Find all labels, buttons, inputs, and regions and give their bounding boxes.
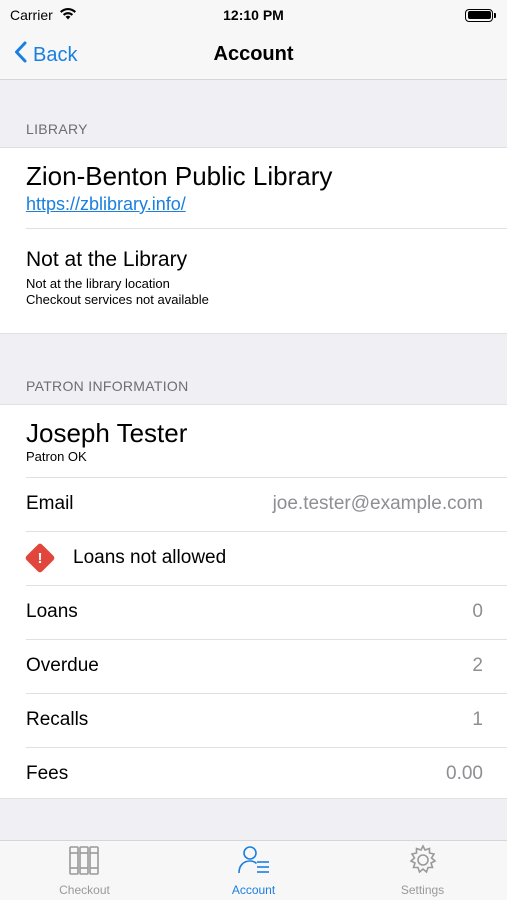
recalls-label: Recalls: [26, 709, 89, 730]
section-header-patron: PATRON INFORMATION: [26, 378, 189, 394]
warning-row: ! Loans not allowed: [0, 531, 507, 585]
back-label: Back: [33, 43, 78, 66]
patron-name-cell: Joseph Tester Patron OK: [0, 405, 507, 477]
location-line-2: Checkout services not available: [26, 292, 209, 307]
books-icon: [68, 844, 102, 881]
chevron-left-icon: [14, 41, 27, 69]
page-title: Account: [213, 43, 294, 65]
fees-label: Fees: [26, 763, 69, 784]
overdue-label: Overdue: [26, 655, 99, 676]
email-label: Email: [26, 493, 74, 514]
gear-icon: [406, 844, 440, 881]
patron-name: Joseph Tester: [26, 418, 188, 448]
person-list-icon: [237, 844, 271, 881]
tab-checkout[interactable]: Checkout: [0, 841, 169, 900]
library-cell: Zion-Benton Public Library https://zblib…: [0, 148, 507, 228]
tab-bar: Checkout Account Settings: [0, 840, 507, 900]
warning-icon: !: [24, 542, 56, 574]
recalls-row: Recalls 1: [0, 693, 507, 747]
tab-settings-label: Settings: [400, 883, 445, 897]
email-row: Email joe.tester@example.com: [0, 477, 507, 531]
patron-group: Joseph Tester Patron OK Email joe.tester…: [0, 404, 507, 799]
library-name: Zion-Benton Public Library: [26, 161, 333, 191]
loans-row: Loans 0: [0, 585, 507, 639]
tab-checkout-label: Checkout: [59, 883, 110, 897]
overdue-value: 2: [472, 655, 483, 676]
tab-account[interactable]: Account: [169, 841, 338, 900]
navigation-bar: Back Account: [0, 30, 507, 80]
tab-account-label: Account: [231, 883, 276, 897]
loans-label: Loans: [26, 601, 78, 622]
library-url-link[interactable]: https://zblibrary.info/: [26, 194, 186, 214]
location-cell: Not at the Library Not at the library lo…: [0, 228, 507, 334]
warning-text: Loans not allowed: [73, 547, 227, 568]
recalls-value: 1: [472, 709, 483, 730]
carrier-label: Carrier: [10, 7, 53, 23]
back-button[interactable]: Back: [14, 30, 77, 80]
wifi-icon: [59, 7, 77, 23]
fees-row: Fees 0.00: [0, 747, 507, 801]
section-header-library: LIBRARY: [26, 121, 88, 137]
library-group: Zion-Benton Public Library https://zblib…: [0, 147, 507, 334]
tab-settings[interactable]: Settings: [338, 841, 507, 900]
location-title: Not at the Library: [26, 248, 188, 271]
battery-icon: [465, 8, 496, 22]
overdue-row: Overdue 2: [0, 639, 507, 693]
loans-value: 0: [472, 601, 483, 622]
fees-value: 0.00: [446, 763, 483, 784]
location-line-1: Not at the library location: [26, 276, 170, 291]
status-bar: Carrier 12:10 PM: [0, 0, 507, 30]
email-value: joe.tester@example.com: [272, 493, 483, 514]
patron-status: Patron OK: [26, 449, 87, 464]
